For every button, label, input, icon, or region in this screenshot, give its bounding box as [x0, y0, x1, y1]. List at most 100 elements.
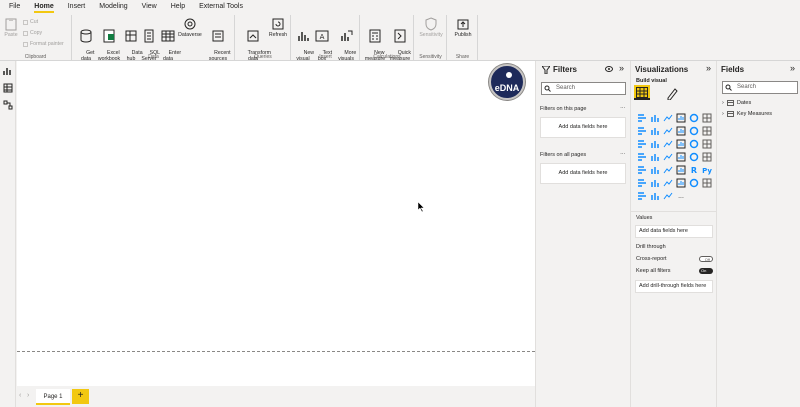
- insert-label: Insert: [319, 54, 332, 60]
- publish-button[interactable]: Publish: [451, 17, 475, 38]
- trophy-icon[interactable]: [676, 178, 686, 188]
- donut-icon[interactable]: [689, 139, 699, 149]
- line-chart-icon[interactable]: [637, 126, 647, 136]
- chevron-right-icon: ›: [722, 100, 724, 106]
- power-apps-icon[interactable]: [637, 191, 647, 201]
- 100-bar-icon[interactable]: [689, 113, 699, 123]
- ribbon-chart-icon[interactable]: [702, 126, 712, 136]
- clustered-column-icon[interactable]: [676, 113, 686, 123]
- qa-icon[interactable]: [663, 178, 673, 188]
- tab-insert[interactable]: Insert: [68, 0, 86, 13]
- filled-map-icon[interactable]: [650, 152, 660, 162]
- tab-home[interactable]: Home: [34, 0, 55, 13]
- drill-through-label: Drill through: [636, 244, 666, 250]
- collapse-viz-icon[interactable]: »: [706, 63, 711, 73]
- build-visual-tab[interactable]: [634, 85, 650, 100]
- refresh-button[interactable]: Refresh: [268, 17, 288, 38]
- collapse-filters-icon[interactable]: »: [619, 63, 624, 73]
- publish-icon: [457, 19, 469, 30]
- report-view-icon[interactable]: [3, 66, 13, 76]
- cross-report-toggle[interactable]: Off: [699, 256, 713, 262]
- mouse-cursor-icon: [418, 202, 425, 212]
- field-table-dates[interactable]: › Dates: [722, 100, 751, 106]
- multirow-card-icon[interactable]: [702, 152, 712, 162]
- treemap-icon[interactable]: [702, 139, 712, 149]
- scatter-icon[interactable]: [663, 139, 673, 149]
- visualizations-title: Visualizations: [635, 65, 689, 74]
- page-tab-1[interactable]: Page 1: [36, 389, 70, 405]
- values-dropzone[interactable]: Add data fields here: [635, 225, 713, 238]
- dataverse-button[interactable]: Dataverse: [177, 17, 203, 38]
- 100-column-icon[interactable]: [702, 113, 712, 123]
- quick-measure-icon: [394, 29, 406, 43]
- sensitivity-button[interactable]: Sensitivity: [417, 17, 445, 38]
- stacked-column-icon[interactable]: [650, 113, 660, 123]
- fields-search-input[interactable]: Search: [722, 81, 798, 94]
- key-influencers-icon[interactable]: [637, 178, 647, 188]
- stacked-area-icon[interactable]: [663, 126, 673, 136]
- area-chart-icon[interactable]: [650, 126, 660, 136]
- funnel-icon[interactable]: [650, 139, 660, 149]
- paste-button[interactable]: Paste: [3, 17, 19, 38]
- power-automate-icon[interactable]: [650, 191, 660, 201]
- tab-modeling[interactable]: Modeling: [99, 0, 127, 13]
- table-view-icon[interactable]: [3, 83, 13, 93]
- calculations-group: New measure Quick measure Calculations: [361, 15, 414, 62]
- kpi-icon[interactable]: [637, 165, 647, 175]
- python-visual-icon[interactable]: Py: [702, 165, 712, 175]
- filters-all-pages-dropzone[interactable]: Add data fields here: [540, 163, 626, 184]
- map-icon[interactable]: [637, 152, 647, 162]
- cut-button[interactable]: Cut: [23, 19, 38, 25]
- table-visual-icon[interactable]: [663, 165, 673, 175]
- share-group: Publish Share: [448, 15, 478, 61]
- next-page-icon[interactable]: ›: [27, 392, 29, 399]
- copy-button[interactable]: Copy: [23, 30, 42, 36]
- line-clustered-icon[interactable]: [689, 126, 699, 136]
- filters-search-input[interactable]: Search: [541, 82, 626, 95]
- drill-through-dropzone[interactable]: Add drill-through fields here: [635, 280, 713, 293]
- matrix-icon[interactable]: [676, 165, 686, 175]
- fields-title: Fields: [721, 65, 745, 74]
- calculator-icon: [369, 29, 381, 43]
- page-boundary-line: [17, 351, 535, 352]
- model-view-icon[interactable]: [3, 100, 13, 110]
- clustered-bar-icon[interactable]: [663, 113, 673, 123]
- keep-all-filters-label: Keep all filters: [636, 268, 671, 274]
- tab-view[interactable]: View: [142, 0, 157, 13]
- azure-map-icon[interactable]: [663, 152, 673, 162]
- custom-visual-icon[interactable]: [663, 191, 673, 201]
- smart-narrative-icon[interactable]: [702, 178, 712, 188]
- transform-icon: [247, 30, 259, 42]
- prev-page-icon[interactable]: ‹: [19, 392, 21, 399]
- r-visual-icon[interactable]: R: [689, 165, 699, 175]
- more-visuals-icon[interactable]: ...: [676, 191, 686, 201]
- ribbon: Paste Cut Copy Format painter Clipboard …: [0, 13, 800, 62]
- tab-file[interactable]: File: [9, 0, 20, 13]
- sql-server-icon: [144, 29, 154, 43]
- text-box-icon: A: [315, 30, 329, 42]
- line-column-icon[interactable]: [676, 126, 686, 136]
- decomposition-tree-icon[interactable]: [650, 178, 660, 188]
- format-visual-icon[interactable]: [666, 87, 679, 100]
- card-icon[interactable]: [689, 152, 699, 162]
- waterfall-icon[interactable]: [637, 139, 647, 149]
- filters-page-dropzone[interactable]: Add data fields here: [540, 117, 626, 138]
- report-canvas[interactable]: [17, 61, 535, 386]
- paginated-icon[interactable]: [689, 178, 699, 188]
- more-options-icon[interactable]: …: [620, 104, 626, 110]
- format-painter-button[interactable]: Format painter: [23, 41, 64, 47]
- field-table-key-measures[interactable]: › Key Measures: [722, 111, 772, 117]
- tab-external-tools[interactable]: External Tools: [199, 0, 243, 13]
- gauge-icon[interactable]: [676, 152, 686, 162]
- more-options-icon[interactable]: …: [620, 150, 626, 156]
- pie-icon[interactable]: [676, 139, 686, 149]
- slicer-icon[interactable]: [650, 165, 660, 175]
- collapse-fields-icon[interactable]: »: [790, 63, 795, 73]
- queries-label: Queries: [254, 54, 272, 60]
- stacked-bar-icon[interactable]: [637, 113, 647, 123]
- eye-icon[interactable]: [605, 66, 613, 72]
- add-page-button[interactable]: +: [72, 389, 89, 404]
- keep-all-filters-toggle[interactable]: On: [699, 268, 713, 274]
- table-icon: [161, 30, 175, 42]
- tab-help[interactable]: Help: [171, 0, 185, 13]
